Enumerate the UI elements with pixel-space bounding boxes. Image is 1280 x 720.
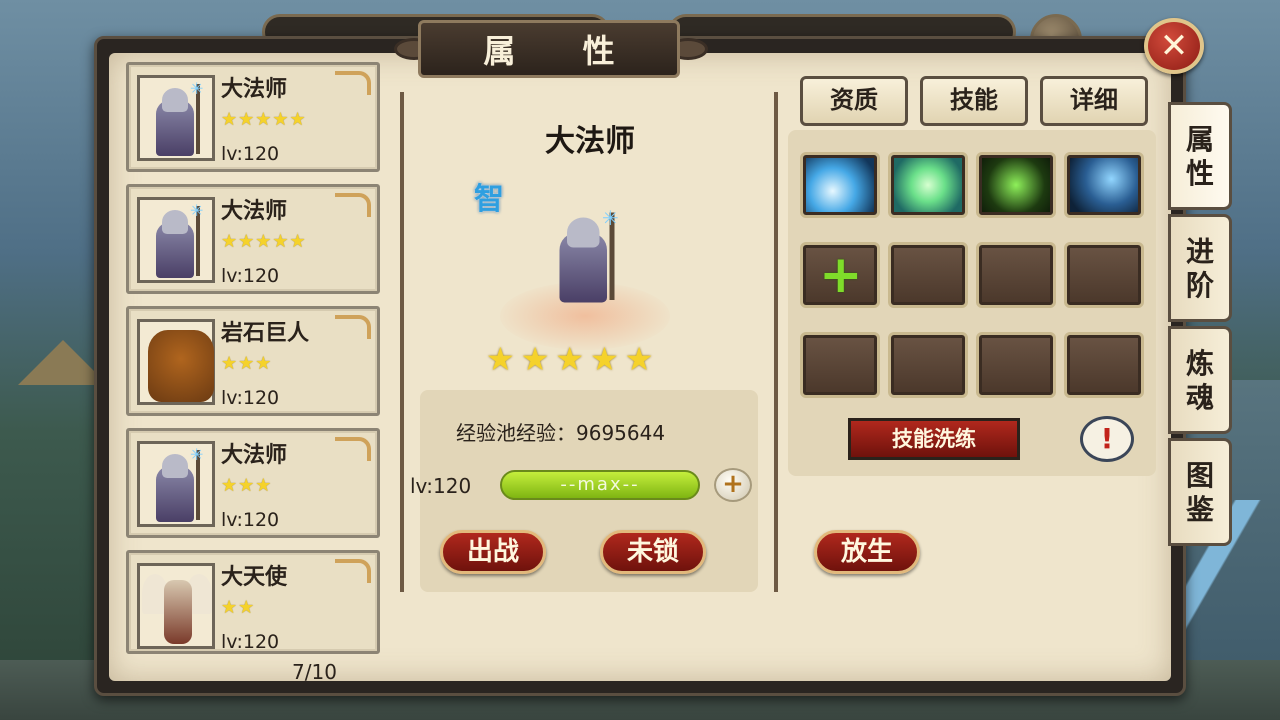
side-tab-label: 性	[1185, 157, 1214, 190]
archmage-portrait: ✳	[137, 75, 215, 161]
add-skill-slot[interactable]: +	[800, 242, 880, 308]
ice-shard-skill-icon[interactable]	[800, 152, 880, 218]
hero-level: lv:120	[221, 143, 280, 165]
side-tab-label: 阶	[1185, 269, 1214, 302]
divider-right	[774, 92, 778, 592]
hero-level: lv:120	[221, 265, 280, 287]
tab-aptitude[interactable]: 资质	[800, 76, 908, 126]
card-corner-ornament	[335, 315, 371, 339]
archangel-figure-icon	[164, 580, 192, 644]
healing-ring-skill-icon[interactable]	[888, 152, 968, 218]
hero-stars: ★★	[221, 597, 256, 618]
hero-card[interactable]: ✳ 大法师 ★★★ lv:120	[126, 428, 380, 538]
lightning-skill-icon[interactable]	[1064, 152, 1144, 218]
plus-icon: +	[722, 469, 744, 499]
hero-level: lv:120	[221, 631, 280, 653]
side-tab-label: 属	[1185, 123, 1214, 156]
empty-skill-slot[interactable]	[1064, 332, 1144, 398]
side-tab-label: 魂	[1185, 381, 1214, 414]
lock-toggle-button[interactable]: 未锁	[600, 530, 706, 574]
hero-level: lv:120	[221, 387, 280, 409]
rock-giant-portrait	[137, 319, 215, 405]
close-icon: ✕	[1159, 26, 1189, 66]
card-corner-ornament	[335, 193, 371, 217]
empty-skill-slot[interactable]	[800, 332, 880, 398]
add-exp-button[interactable]: +	[714, 468, 752, 502]
info-alert-button[interactable]: !	[1080, 416, 1134, 462]
empty-skill-slot[interactable]	[976, 242, 1056, 308]
card-corner-ornament	[335, 559, 371, 583]
tab-details[interactable]: 详细	[1040, 76, 1148, 126]
close-button[interactable]: ✕	[1144, 18, 1204, 74]
empty-skill-slot[interactable]	[1064, 242, 1144, 308]
tab-skills[interactable]: 技能	[920, 76, 1028, 126]
hero-stars: ★★★	[221, 475, 273, 496]
deploy-button[interactable]: 出战	[440, 530, 546, 574]
hero-name: 大法师	[221, 77, 288, 102]
hero-name: 大天使	[221, 565, 288, 590]
hero-name: 岩石巨人	[221, 321, 310, 346]
side-tab-soul-refine[interactable]: 炼 魂	[1168, 326, 1232, 434]
selected-hero-level: lv:120	[410, 474, 472, 498]
green-plus-icon: +	[819, 245, 863, 305]
archmage-portrait: ✳	[137, 197, 215, 283]
hero-name: 大法师	[221, 443, 288, 468]
hero-card[interactable]: ✳ 大法师 ★★★★★ lv:120	[126, 62, 380, 172]
archmage-portrait: ✳	[137, 441, 215, 527]
hero-list[interactable]: ✳ 大法师 ★★★★★ lv:120 ✳ 大法师 ★★★★★ lv:120 岩石…	[126, 62, 380, 654]
hero-stars: ★★★★★	[221, 231, 307, 252]
panel-title: 属 性	[418, 20, 680, 78]
side-tab-label: 炼	[1185, 347, 1214, 380]
hero-card[interactable]: ✳ 大法师 ★★★★★ lv:120	[126, 184, 380, 294]
exp-pool-text: 经验池经验：9695644	[456, 421, 666, 445]
side-tab-attributes[interactable]: 属 性	[1168, 102, 1232, 210]
empty-skill-slot[interactable]	[888, 242, 968, 308]
rock-giant-figure-icon	[148, 330, 214, 402]
side-tab-label: 鉴	[1185, 493, 1214, 526]
side-tab-label: 进	[1185, 235, 1214, 268]
hero-card[interactable]: 岩石巨人 ★★★ lv:120	[126, 306, 380, 416]
selected-hero-stars: ★★★★★	[486, 340, 660, 378]
hero-stars: ★★★	[221, 353, 273, 374]
side-tab-codex[interactable]: 图 鉴	[1168, 438, 1232, 546]
hero-name: 大法师	[221, 199, 288, 224]
experience-bar: --max--	[500, 470, 700, 500]
card-corner-ornament	[335, 437, 371, 461]
empty-skill-slot[interactable]	[888, 332, 968, 398]
hero-card[interactable]: 大天使 ★★ lv:120	[126, 550, 380, 654]
green-sparks-skill-icon[interactable]	[976, 152, 1056, 218]
archangel-portrait	[137, 563, 215, 649]
hero-stars: ★★★★★	[221, 109, 307, 130]
empty-skill-slot[interactable]	[976, 332, 1056, 398]
skill-refine-button[interactable]: 技能洗练	[848, 418, 1020, 460]
side-tab-advance[interactable]: 进 阶	[1168, 214, 1232, 322]
page-indicator: 7/10	[292, 660, 337, 684]
hero-level: lv:120	[221, 509, 280, 531]
selected-hero-name: 大法师	[545, 124, 635, 159]
exclamation-icon: !	[1100, 422, 1114, 455]
side-tab-label: 图	[1185, 459, 1214, 492]
release-button[interactable]: 放生	[814, 530, 920, 574]
card-corner-ornament	[335, 71, 371, 95]
divider-left	[400, 92, 404, 592]
class-intelligence-badge: 智	[474, 182, 504, 217]
